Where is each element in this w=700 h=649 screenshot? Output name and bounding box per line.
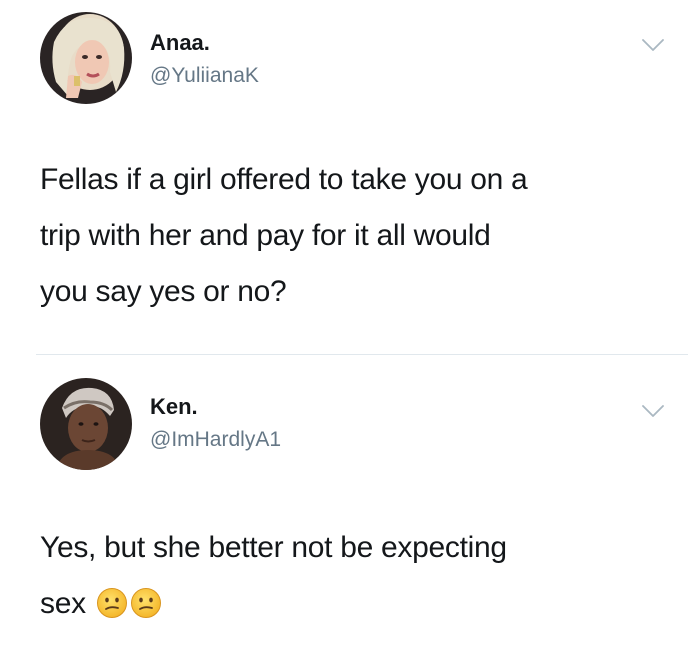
user-handle[interactable]: @ImHardlyA1: [150, 428, 281, 452]
tweet-text: Yes, but she better not be expecting sex: [40, 520, 660, 632]
tweet-text-line: Yes, but she better not be expecting: [40, 531, 507, 564]
tweet-card: Ken. @ImHardlyA1 Yes, but she better not…: [0, 356, 700, 649]
avatar[interactable]: [40, 12, 132, 104]
avatar-photo: [40, 12, 132, 104]
tweet-text-line-with-emoji: sex: [40, 576, 660, 632]
confused-face-emoji: [130, 587, 162, 619]
display-name[interactable]: Ken.: [150, 394, 198, 420]
tweet-text: Fellas if a girl offered to take you on …: [40, 152, 660, 320]
avatar[interactable]: [40, 378, 132, 470]
chevron-down-icon[interactable]: [642, 404, 664, 418]
tweet-text-line: Fellas if a girl offered to take you on …: [40, 163, 528, 196]
tweet-text-line: sex: [40, 587, 86, 620]
divider: [36, 354, 688, 355]
display-name[interactable]: Anaa.: [150, 30, 210, 56]
tweet-text-line: you say yes or no?: [40, 275, 287, 308]
avatar-photo: [40, 378, 132, 470]
tweet-text-line: trip with her and pay for it all would: [40, 219, 491, 252]
tweet-card: Anaa. @YuliianaK Fellas if a girl offere…: [0, 0, 700, 350]
chevron-down-icon[interactable]: [642, 38, 664, 52]
confused-face-emoji: [96, 587, 128, 619]
user-handle[interactable]: @YuliianaK: [150, 64, 259, 88]
